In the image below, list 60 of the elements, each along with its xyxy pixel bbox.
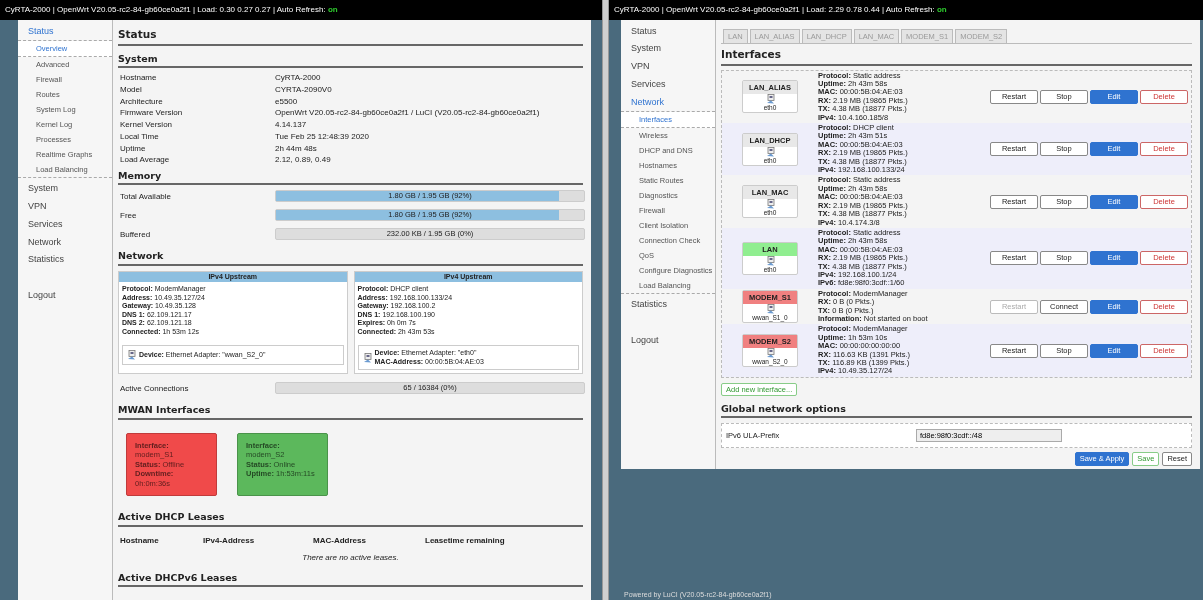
network-adapter-icon — [765, 304, 775, 315]
section-heading: Network — [118, 247, 583, 266]
info-value: 2.12, 0.89, 0.49 — [275, 155, 332, 166]
info-value: OpenWrt V20.05-rc2-84-gb60ce0a2f1 / LuCI (V20.05-rc2-84-gb60ce0a2f1) — [275, 108, 541, 118]
info-value: e5500 — [275, 96, 299, 107]
info-label: Architecture — [120, 96, 164, 107]
network-adapter-icon — [127, 350, 136, 361]
status-text: CyRTA-2000 | OpenWrt V20.05-rc2-84-gb60ce0a2f1 | Load: 2.29 0.78 0.44 | Auto Refresh: — [614, 5, 936, 14]
network-adapter-icon — [765, 94, 775, 105]
info-label: Local Time — [120, 131, 160, 142]
nav-item[interactable]: Statistics — [621, 296, 715, 314]
info-label: Load Average — [120, 155, 171, 166]
info-label: Kernel Version — [120, 120, 174, 130]
logout-link[interactable]: Logout — [18, 286, 112, 305]
column-header: Hostname — [120, 535, 160, 546]
nav-item[interactable]: Services — [621, 75, 715, 94]
info-value: Tue Feb 25 12:48:39 2020 — [275, 131, 370, 142]
nav-item[interactable]: Status — [18, 22, 112, 40]
column-header: Leasetime remaining — [425, 535, 506, 546]
network-adapter-icon — [362, 352, 372, 363]
column-header: MAC-Address — [313, 535, 367, 546]
bar-label: Buffered — [120, 229, 152, 240]
section-heading: Active DHCPv6 Leases — [118, 568, 583, 588]
info-label: Model — [120, 84, 143, 95]
section-heading: System — [118, 49, 583, 68]
info-value: CyRTA-2000 — [275, 73, 322, 83]
info-label: Uptime — [120, 143, 147, 154]
nav-item[interactable]: Network — [621, 93, 715, 111]
nav-item[interactable]: Services — [18, 215, 112, 234]
page-title: Status — [118, 24, 583, 46]
nav-item[interactable]: VPN — [621, 57, 715, 76]
info-value: 4.14.137 — [275, 120, 308, 130]
page-title: Interfaces — [721, 44, 1192, 66]
info-label: Firmware Version — [120, 108, 184, 118]
section-heading: Active DHCP Leases — [118, 508, 583, 527]
logout-link[interactable]: Logout — [621, 331, 715, 350]
empty-message: There are no active leases. — [301, 552, 400, 565]
bar-label: Free — [120, 210, 138, 221]
nav-item[interactable]: Network — [18, 233, 112, 251]
network-adapter-icon — [765, 255, 775, 266]
section-heading: MWAN Interfaces — [118, 401, 583, 420]
bar-label: Active Connections — [120, 383, 190, 394]
info-label: Hostname — [120, 73, 158, 83]
section-heading: Memory — [118, 167, 583, 186]
nav-item[interactable]: System — [18, 179, 112, 198]
status-text: CyRTA-2000 | OpenWrt V20.05-rc2-84-gb60ce0a2f1 | Load: 0.30 0.27 0.27 | Auto Refresh: — [5, 5, 327, 14]
network-adapter-icon — [765, 146, 775, 157]
auto-refresh-state[interactable]: on — [327, 5, 338, 14]
column-header: IPv4-Address — [203, 535, 256, 546]
bar-label: Total Available — [120, 191, 172, 202]
section-heading: Global network options — [721, 399, 1192, 419]
nav-item[interactable]: VPN — [18, 197, 112, 216]
nav-item[interactable]: System — [621, 39, 715, 58]
info-value: CYRTA-2090V0 — [275, 84, 333, 95]
nav-item[interactable]: Status — [621, 22, 715, 40]
info-value: 2h 44m 48s — [275, 143, 318, 154]
network-adapter-icon — [765, 199, 775, 210]
nav-item[interactable]: Statistics — [18, 251, 112, 269]
network-adapter-icon — [765, 348, 775, 359]
auto-refresh-state[interactable]: on — [936, 5, 947, 14]
